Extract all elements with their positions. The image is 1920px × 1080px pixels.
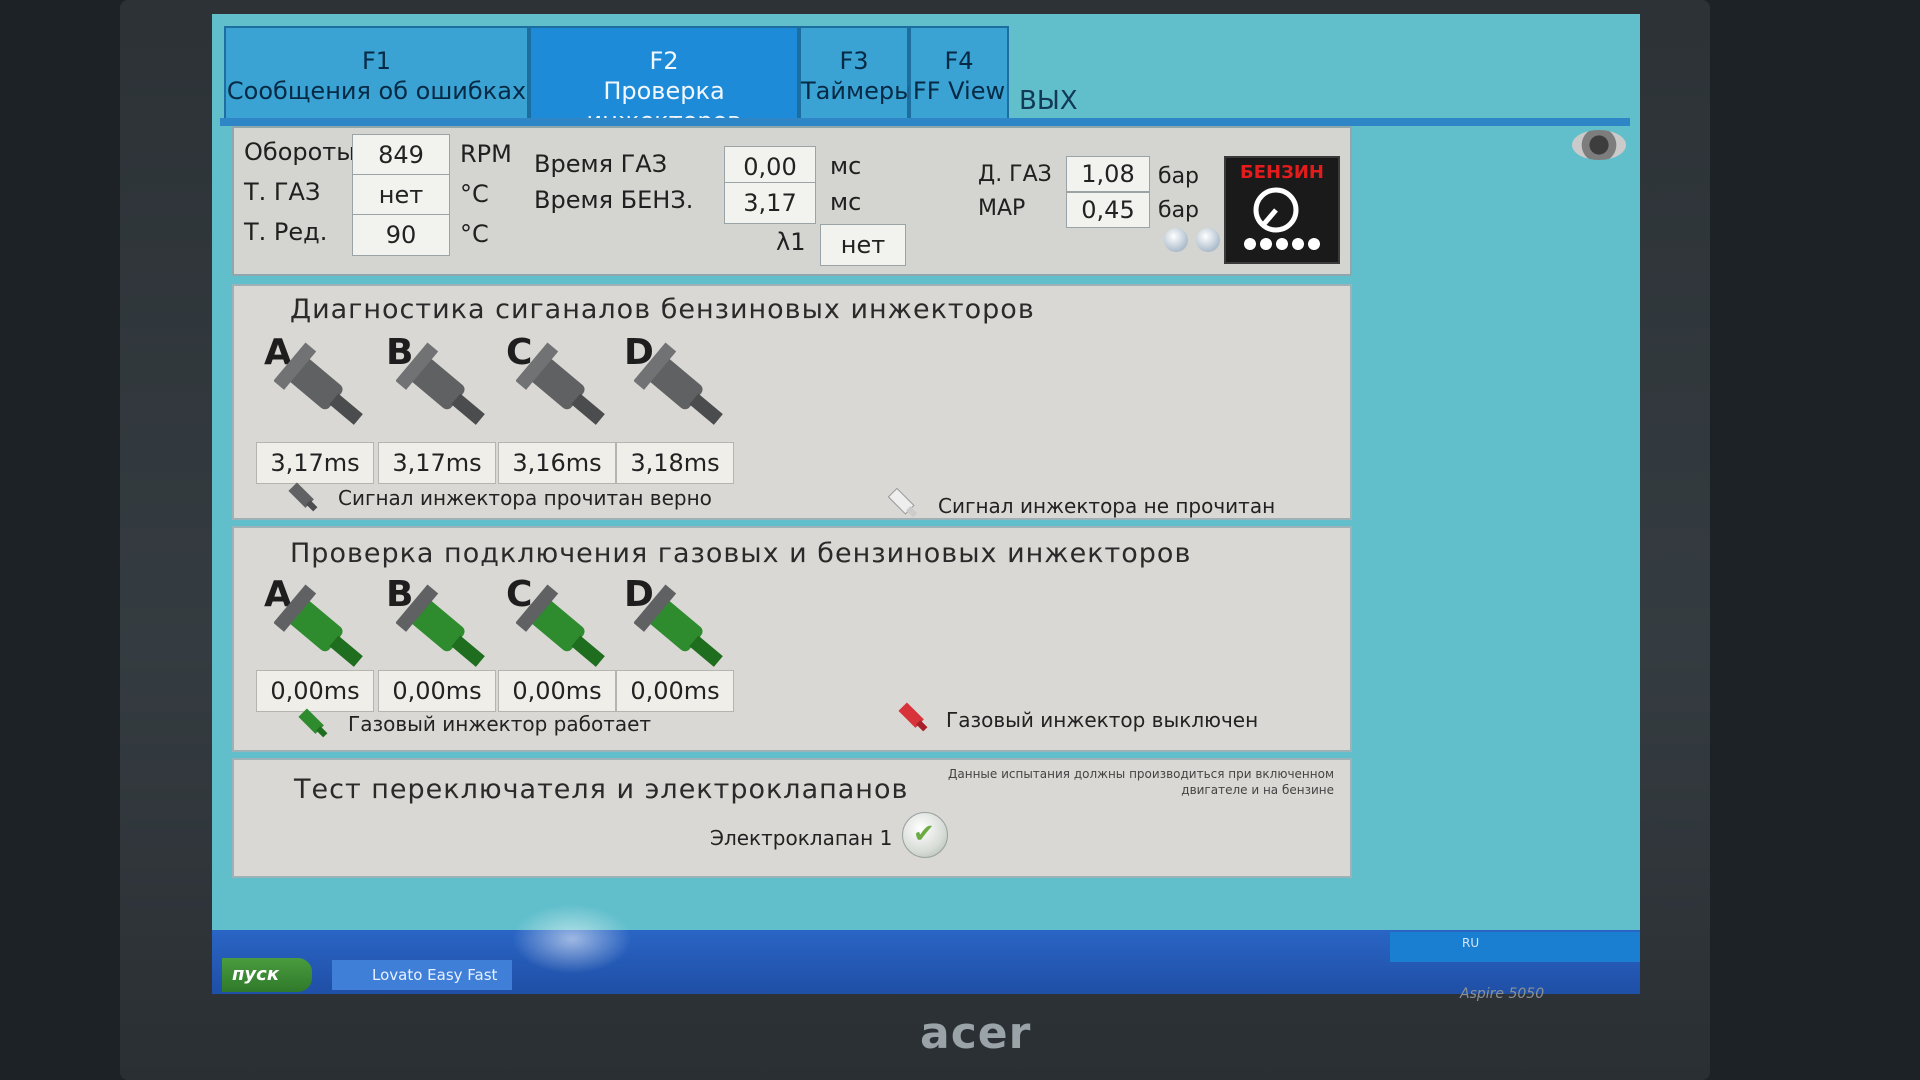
petrol-injector-ok-icon: [288, 482, 318, 512]
exit-button[interactable]: ВЫХ: [1019, 86, 1078, 116]
petrol-injector-d-time: 3,18ms: [616, 442, 734, 484]
gas-time-label: Время ГАЗ: [534, 150, 668, 178]
petrol-injector-b-time: 3,17ms: [378, 442, 496, 484]
solenoid-valve-label: Электроклапан 1: [710, 826, 893, 850]
taskbar-app-button[interactable]: Lovato Easy Fast: [332, 960, 512, 990]
map-label: МАР: [978, 196, 1026, 221]
screen-glare: [512, 904, 632, 974]
rpm-unit: RPM: [460, 140, 512, 168]
petrol-injector-b: B: [386, 332, 494, 444]
rpm-value: 849: [352, 134, 450, 176]
eye-icon[interactable]: [1572, 130, 1626, 160]
tab-key: F4: [944, 47, 974, 75]
note-line: Данные испытания должны производиться пр…: [948, 767, 1334, 781]
tab-label: Таймеры: [801, 77, 914, 105]
lambda-label: λ1: [776, 228, 806, 256]
petrol-injector-d: D: [624, 332, 732, 444]
petrol-injector-icon: [634, 342, 723, 425]
map-value: 0,45: [1066, 192, 1150, 228]
lambda-value: нет: [820, 224, 906, 266]
language-indicator[interactable]: RU: [1462, 936, 1479, 950]
fuel-mode-indicator[interactable]: БЕНЗИН: [1224, 156, 1340, 264]
petrol-injector-icon: [516, 342, 605, 425]
gas-injector-icon: [274, 584, 363, 667]
tab-label: Сообщения об ошибках: [226, 77, 527, 105]
laptop-brand-logo: acer: [920, 1008, 1032, 1059]
tab-error-messages[interactable]: F1 Сообщения об ошибках: [224, 26, 529, 126]
gas-temp-value: нет: [352, 174, 450, 216]
solenoid-valve-toggle[interactable]: ✔: [902, 812, 948, 858]
gas-injector-off-icon: [898, 702, 928, 732]
gas-injector-c-time: 0,00ms: [498, 670, 616, 712]
gas-injector-b-time: 0,00ms: [378, 670, 496, 712]
legend-signal-not-read: Сигнал инжектора не прочитан: [938, 494, 1276, 518]
petrol-injector-c-time: 3,16ms: [498, 442, 616, 484]
fuel-mode-label: БЕНЗИН: [1240, 162, 1324, 183]
start-button[interactable]: пуск: [222, 958, 312, 992]
rpm-label: Обороты: [244, 138, 356, 166]
gas-injector-on-icon: [298, 708, 328, 738]
tab-key: F1: [361, 47, 392, 75]
tab-key: F2: [649, 47, 679, 75]
petrol-time-value: 3,17: [724, 182, 816, 224]
reducer-temp-label: Т. Ред.: [244, 218, 328, 246]
petrol-injector-diagnostics: Диагностика сиганалов бензиновых инжекто…: [232, 284, 1352, 520]
note-line: двигателе и на бензине: [1181, 783, 1334, 797]
test-conditions-note: Данные испытания должны производиться пр…: [914, 766, 1334, 798]
gas-time-unit: мс: [830, 152, 862, 180]
petrol-time-label: Время БЕНЗ.: [534, 186, 694, 214]
gas-temp-label: Т. ГАЗ: [244, 178, 321, 206]
check-icon: ✔: [913, 819, 935, 849]
tab-label: FF View: [912, 77, 1006, 105]
level-dot: [1196, 228, 1220, 252]
legend-gas-injector-off: Газовый инжектор выключен: [946, 708, 1259, 732]
petrol-injector-fail-icon: [887, 487, 918, 518]
laptop-screen: F1 Сообщения об ошибках F2 Проверка инже…: [212, 14, 1640, 994]
gas-injector-icon: [516, 584, 605, 667]
gas-injector-connection-check: Проверка подключения газовых и бензиновы…: [232, 526, 1352, 752]
petrol-time-unit: мс: [830, 188, 862, 216]
gas-injector-icon: [634, 584, 723, 667]
tab-underline: [220, 118, 1630, 126]
system-tray: [1390, 932, 1640, 962]
tab-ff-view[interactable]: F4 FF View: [909, 26, 1009, 126]
map-unit: бар: [1158, 198, 1200, 223]
level-dot: [1164, 228, 1188, 252]
gas-injector-icon: [396, 584, 485, 667]
petrol-injector-a: A: [264, 332, 372, 444]
reducer-temp-value: 90: [352, 214, 450, 256]
status-panel: Обороты 849 RPM Т. ГАЗ нет °C Т. Ред. 90…: [232, 126, 1352, 276]
section-title: Проверка подключения газовых и бензиновы…: [290, 538, 1192, 569]
reducer-temp-unit: °C: [460, 220, 489, 248]
legend-signal-read-ok: Сигнал инжектора прочитан верно: [338, 486, 712, 510]
tab-key: F3: [839, 47, 869, 75]
petrol-injector-icon: [274, 342, 363, 425]
gas-injector-d-time: 0,00ms: [616, 670, 734, 712]
gas-temp-unit: °C: [460, 180, 489, 208]
gas-pressure-value: 1,08: [1066, 156, 1150, 192]
section-title: Диагностика сиганалов бензиновых инжекто…: [290, 294, 1035, 325]
tab-bar: F1 Сообщения об ошибках F2 Проверка инже…: [224, 26, 1624, 135]
legend-gas-injector-on: Газовый инжектор работает: [348, 712, 652, 736]
petrol-injector-a-time: 3,17ms: [256, 442, 374, 484]
petrol-injector-icon: [396, 342, 485, 425]
laptop-model-label: Aspire 5050: [1460, 986, 1545, 1002]
section-title: Тест переключателя и электроклапанов: [294, 774, 909, 805]
tab-timers[interactable]: F3 Таймеры: [799, 26, 913, 126]
gas-pressure-label: Д. ГАЗ: [978, 162, 1052, 187]
tab-injector-check[interactable]: F2 Проверка инжекторов: [529, 26, 799, 135]
gas-pressure-unit: бар: [1158, 164, 1200, 189]
switch-valve-test: Тест переключателя и электроклапанов Дан…: [232, 758, 1352, 878]
petrol-injector-c: C: [506, 332, 614, 444]
